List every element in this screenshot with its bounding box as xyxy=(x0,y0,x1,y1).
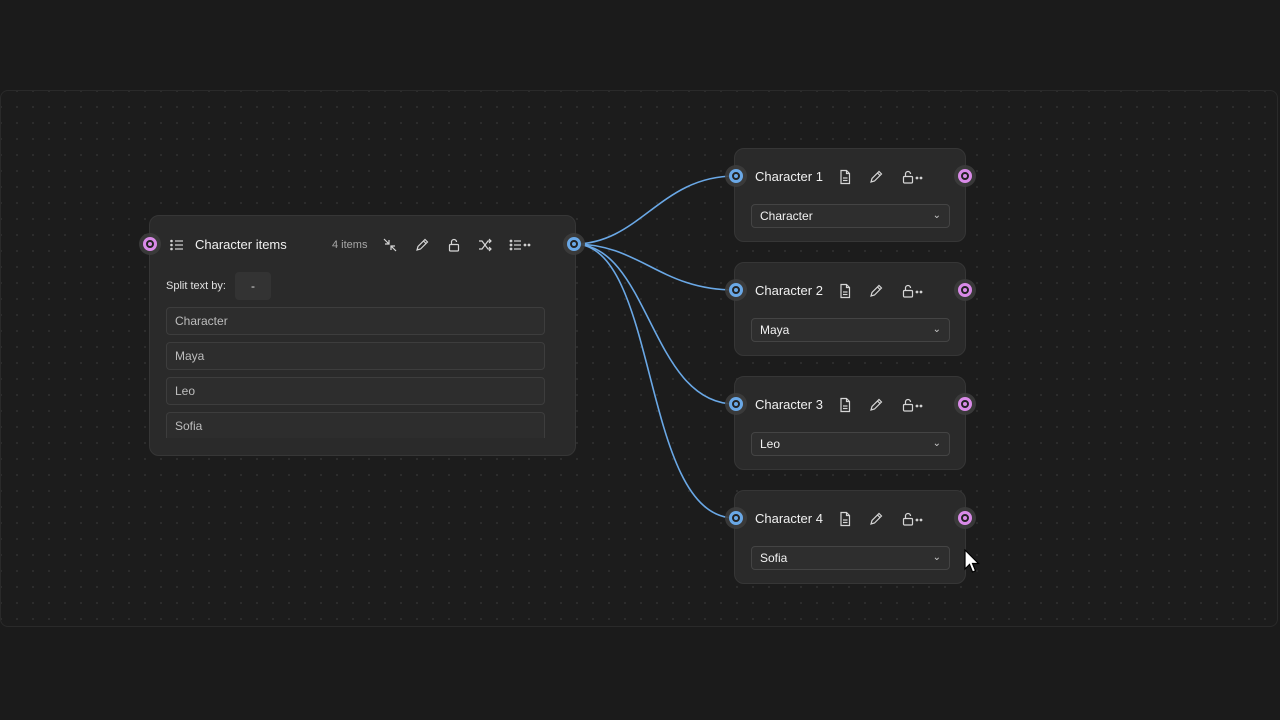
character-4-output-port[interactable] xyxy=(958,511,972,525)
list-icon xyxy=(169,237,185,253)
item-field[interactable]: Sofia xyxy=(166,412,545,438)
select-value: Maya xyxy=(760,323,790,337)
chevron-down-icon: ⌄ xyxy=(932,438,941,449)
chevron-down-icon: ⌄ xyxy=(932,552,941,563)
character-1-input-port[interactable] xyxy=(729,169,743,183)
node-title: Character 4 xyxy=(755,511,823,526)
character-select[interactable]: Sofia ⌄ xyxy=(751,546,950,570)
unlock-icon[interactable] xyxy=(902,169,926,185)
character-select[interactable]: Character ⌄ xyxy=(751,204,950,228)
select-value: Sofia xyxy=(760,551,788,565)
split-label: Split text by: xyxy=(166,280,226,292)
unlock-icon[interactable] xyxy=(902,511,926,527)
character-4-input-port[interactable] xyxy=(729,511,743,525)
document-icon[interactable] xyxy=(837,283,853,299)
collapse-icon[interactable] xyxy=(382,237,398,253)
select-value: Character xyxy=(760,209,813,223)
node-title: Character items xyxy=(195,237,287,252)
node-title: Character 1 xyxy=(755,169,823,184)
node-title: Character 3 xyxy=(755,397,823,412)
item-field[interactable]: Character xyxy=(166,307,545,335)
unlock-icon[interactable] xyxy=(902,283,926,299)
character-1-output-port[interactable] xyxy=(958,169,972,183)
item-count: 4 items xyxy=(332,239,368,251)
character-items-node[interactable]: Character items 4 items Split text by: -… xyxy=(149,215,576,456)
node-title: Character 2 xyxy=(755,283,823,298)
list-more-icon[interactable] xyxy=(509,237,533,253)
character-node-3[interactable]: Character 3 Leo ⌄ xyxy=(734,376,966,470)
pencil-icon[interactable] xyxy=(868,511,884,527)
character-select[interactable]: Leo ⌄ xyxy=(751,432,950,456)
character-2-input-port[interactable] xyxy=(729,283,743,297)
item-field[interactable]: Leo xyxy=(166,377,545,405)
split-delimiter-input[interactable]: - xyxy=(235,272,271,300)
pencil-icon[interactable] xyxy=(868,169,884,185)
character-node-4[interactable]: Character 4 Sofia ⌄ xyxy=(734,490,966,584)
chevron-down-icon: ⌄ xyxy=(932,210,941,221)
document-icon[interactable] xyxy=(837,169,853,185)
pencil-icon[interactable] xyxy=(868,397,884,413)
pencil-icon[interactable] xyxy=(868,283,884,299)
character-3-output-port[interactable] xyxy=(958,397,972,411)
unlock-icon[interactable] xyxy=(446,237,462,253)
mouse-cursor-icon xyxy=(964,549,980,573)
character-2-output-port[interactable] xyxy=(958,283,972,297)
chevron-down-icon: ⌄ xyxy=(932,324,941,335)
document-icon[interactable] xyxy=(837,511,853,527)
unlock-icon[interactable] xyxy=(902,397,926,413)
select-value: Leo xyxy=(760,437,781,451)
main-input-port[interactable] xyxy=(143,237,157,251)
main-output-port[interactable] xyxy=(567,237,581,251)
pencil-icon[interactable] xyxy=(414,237,430,253)
character-node-2[interactable]: Character 2 Maya ⌄ xyxy=(734,262,966,356)
item-field[interactable]: Maya xyxy=(166,342,545,370)
document-icon[interactable] xyxy=(837,397,853,413)
character-select[interactable]: Maya ⌄ xyxy=(751,318,950,342)
shuffle-icon[interactable] xyxy=(477,237,493,253)
character-3-input-port[interactable] xyxy=(729,397,743,411)
character-node-1[interactable]: Character 1 Character ⌄ xyxy=(734,148,966,242)
